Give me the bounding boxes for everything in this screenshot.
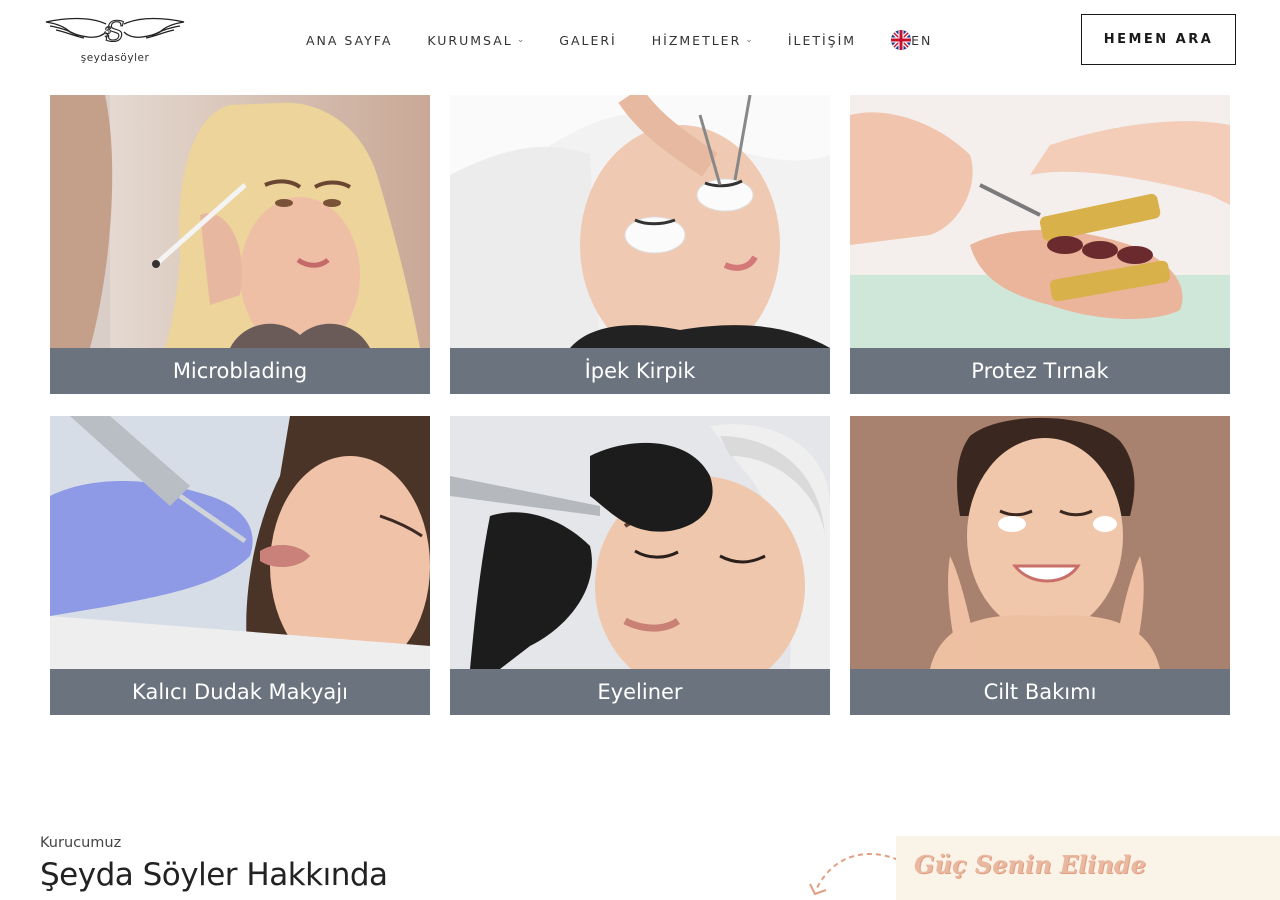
service-caption: Microblading bbox=[50, 348, 430, 394]
service-caption: Kalıcı Dudak Makyajı bbox=[50, 669, 430, 715]
eyelash-extension-photo bbox=[450, 95, 830, 348]
nav-item-label: İLETİŞİM bbox=[787, 32, 857, 48]
service-caption: Protez Tırnak bbox=[850, 348, 1230, 394]
nav-item-kurumsal[interactable]: KURUMSAL ⌄ bbox=[427, 33, 524, 48]
skin-care-photo bbox=[850, 416, 1230, 669]
logo-text: şeydasöyler bbox=[80, 52, 150, 64]
service-card-ipek-kirpik[interactable]: İpek Kirpik bbox=[450, 95, 830, 394]
nav-item-iletisim[interactable]: İLETİŞİM bbox=[788, 33, 856, 48]
service-caption: Cilt Bakımı bbox=[850, 669, 1230, 715]
microblading-photo bbox=[50, 95, 430, 348]
language-switcher[interactable]: EN bbox=[891, 30, 932, 50]
main-nav: ANA SAYFA KURUMSAL ⌄ GALERİ HİZMETLER ⌄ … bbox=[306, 30, 932, 50]
permanent-eyeliner-photo bbox=[450, 416, 830, 669]
logo-wings-icon: S ş bbox=[45, 14, 185, 49]
service-caption: Eyeliner bbox=[450, 669, 830, 715]
chevron-down-icon: ⌄ bbox=[745, 35, 753, 45]
svg-text:ş: ş bbox=[104, 22, 111, 38]
service-card-kalici-dudak-makyaji[interactable]: Kalıcı Dudak Makyajı bbox=[50, 416, 430, 715]
service-card-eyeliner[interactable]: Eyeliner bbox=[450, 416, 830, 715]
chevron-down-icon: ⌄ bbox=[516, 35, 525, 45]
site-header: S ş şeydasöyler ANA SAYFA KURUMSAL ⌄ GAL… bbox=[0, 0, 1280, 82]
nail-extension-photo bbox=[850, 95, 1230, 348]
service-card-cilt-bakimi[interactable]: Cilt Bakımı bbox=[850, 416, 1230, 715]
permanent-lip-makeup-photo bbox=[50, 416, 430, 669]
nav-item-label: HİZMETLER bbox=[651, 32, 742, 48]
slogan-banner: Güç Senin Elinde bbox=[896, 836, 1280, 900]
nav-item-label: ANA SAYFA bbox=[306, 32, 393, 48]
nav-item-hizmetler[interactable]: HİZMETLER ⌄ bbox=[652, 33, 753, 48]
language-label: EN bbox=[911, 32, 933, 48]
slogan-text: Güç Senin Elinde bbox=[914, 850, 1146, 879]
about-kicker: Kurucumuz bbox=[40, 835, 122, 851]
logo[interactable]: S ş şeydasöyler bbox=[44, 14, 186, 70]
service-caption: İpek Kirpik bbox=[450, 348, 830, 394]
curved-arrow-icon bbox=[809, 852, 899, 896]
nav-item-label: GALERİ bbox=[559, 32, 617, 48]
uk-flag-icon bbox=[891, 30, 912, 50]
service-card-microblading[interactable]: Microblading bbox=[50, 95, 430, 394]
nav-item-ana-sayfa[interactable]: ANA SAYFA bbox=[306, 33, 392, 48]
about-title: Şeyda Söyler Hakkında bbox=[40, 857, 388, 893]
call-now-button[interactable]: HEMEN ARA bbox=[1081, 14, 1236, 65]
service-card-protez-tirnak[interactable]: Protez Tırnak bbox=[850, 95, 1230, 394]
nav-item-galeri[interactable]: GALERİ bbox=[559, 33, 616, 48]
nav-item-label: KURUMSAL bbox=[427, 32, 513, 48]
